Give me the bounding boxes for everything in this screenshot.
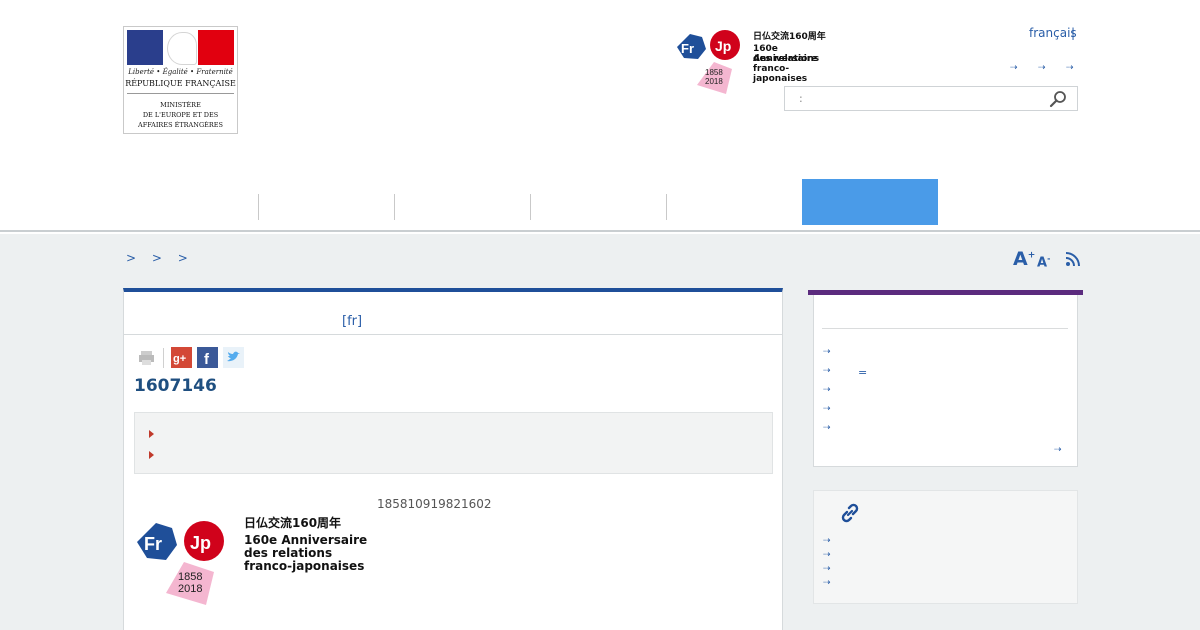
- print-icon[interactable]: [136, 347, 157, 368]
- quick-links: ⇢ ⇢ ⇢: [1010, 63, 1080, 75]
- link-icon: [841, 503, 859, 523]
- sidebar-link-5[interactable]: ⇢: [823, 423, 831, 433]
- rss-icon[interactable]: [1065, 252, 1080, 267]
- republique-francaise-logo[interactable]: Liberté • Égalité • Fraternité RÉPUBLIQU…: [123, 26, 238, 134]
- search-placeholder: :: [799, 92, 803, 105]
- toc-item-arrow-icon[interactable]: [149, 430, 154, 438]
- sidebar-equals: =: [858, 366, 868, 379]
- language-selector[interactable]: français: [1029, 26, 1077, 40]
- svg-text:Fr: Fr: [144, 534, 162, 554]
- language-link[interactable]: [fr]: [342, 314, 362, 329]
- links-box: ⇢ ⇢ ⇢ ⇢: [813, 490, 1078, 604]
- external-link-2[interactable]: ⇢: [823, 550, 831, 560]
- tricolor-flag: [127, 30, 234, 65]
- logo-motto: Liberté • Égalité • Fraternité: [128, 68, 233, 76]
- sidebar-link-1[interactable]: ⇢: [823, 347, 831, 357]
- nav-divider: [394, 194, 395, 220]
- external-link-4[interactable]: ⇢: [823, 578, 831, 588]
- sidebar-link-4[interactable]: ⇢: [823, 404, 831, 414]
- sidebar-more-link[interactable]: ⇢: [1054, 445, 1062, 455]
- external-link-1[interactable]: ⇢: [823, 536, 831, 546]
- svg-text:Fr: Fr: [681, 41, 694, 56]
- twitter-icon[interactable]: [223, 347, 244, 368]
- sidebar-link-3[interactable]: ⇢: [823, 385, 831, 395]
- toc-item-arrow-icon[interactable]: [149, 451, 154, 459]
- quick-link-1[interactable]: ⇢: [1010, 63, 1018, 73]
- article-panel: [fr] g+ f 1607146 185810919821602 Fr Jp …: [123, 288, 783, 630]
- svg-text:2018: 2018: [178, 583, 202, 595]
- svg-text:Jp: Jp: [190, 533, 211, 553]
- svg-text:2018: 2018: [705, 77, 723, 86]
- facebook-icon[interactable]: f: [197, 347, 218, 368]
- svg-text:Jp: Jp: [715, 38, 731, 54]
- nav-divider: [258, 194, 259, 220]
- sidebar-box: ⇢ ⇢ = ⇢ ⇢ ⇢ ⇢: [808, 290, 1083, 467]
- google-plus-icon[interactable]: g+: [171, 347, 192, 368]
- sidebar-link-2[interactable]: ⇢: [823, 366, 831, 376]
- external-link-3[interactable]: ⇢: [823, 564, 831, 574]
- svg-text:1858: 1858: [178, 571, 202, 583]
- font-decrease-button[interactable]: A-: [1037, 254, 1050, 270]
- anniversary-logo-article: Fr Jp 1858 2018 日仏交流160周年 160e Anniversa…: [134, 516, 374, 620]
- page-tools: A+ A-: [1013, 248, 1083, 272]
- language-separator: |: [1071, 26, 1076, 40]
- article-dates: 185810919821602: [377, 497, 492, 511]
- share-toolbar: g+ f: [136, 347, 246, 369]
- nav-divider: [530, 194, 531, 220]
- quick-link-3[interactable]: ⇢: [1066, 63, 1074, 73]
- svg-text:g+: g+: [173, 353, 186, 365]
- marianne-profile-icon: [167, 32, 197, 65]
- svg-text:1858: 1858: [705, 68, 723, 77]
- quick-link-2[interactable]: ⇢: [1038, 63, 1046, 73]
- breadcrumb[interactable]: > > >: [126, 251, 194, 265]
- site-header: Liberté • Égalité • Fraternité RÉPUBLIQU…: [0, 0, 1200, 232]
- font-increase-button[interactable]: A+: [1013, 248, 1035, 270]
- search-icon[interactable]: [1049, 90, 1067, 108]
- logo-republic: RÉPUBLIQUE FRANÇAISE: [125, 79, 236, 88]
- nav-item-active[interactable]: [802, 179, 938, 225]
- logo-ministry: MINISTÈRE DE L'EUROPE ET DES AFFAIRES ÉT…: [138, 101, 223, 129]
- article-code: 1607146: [134, 376, 217, 396]
- table-of-contents: [134, 412, 773, 474]
- main-navigation: [123, 179, 938, 225]
- search-input[interactable]: :: [784, 86, 1078, 111]
- nav-divider: [666, 194, 667, 220]
